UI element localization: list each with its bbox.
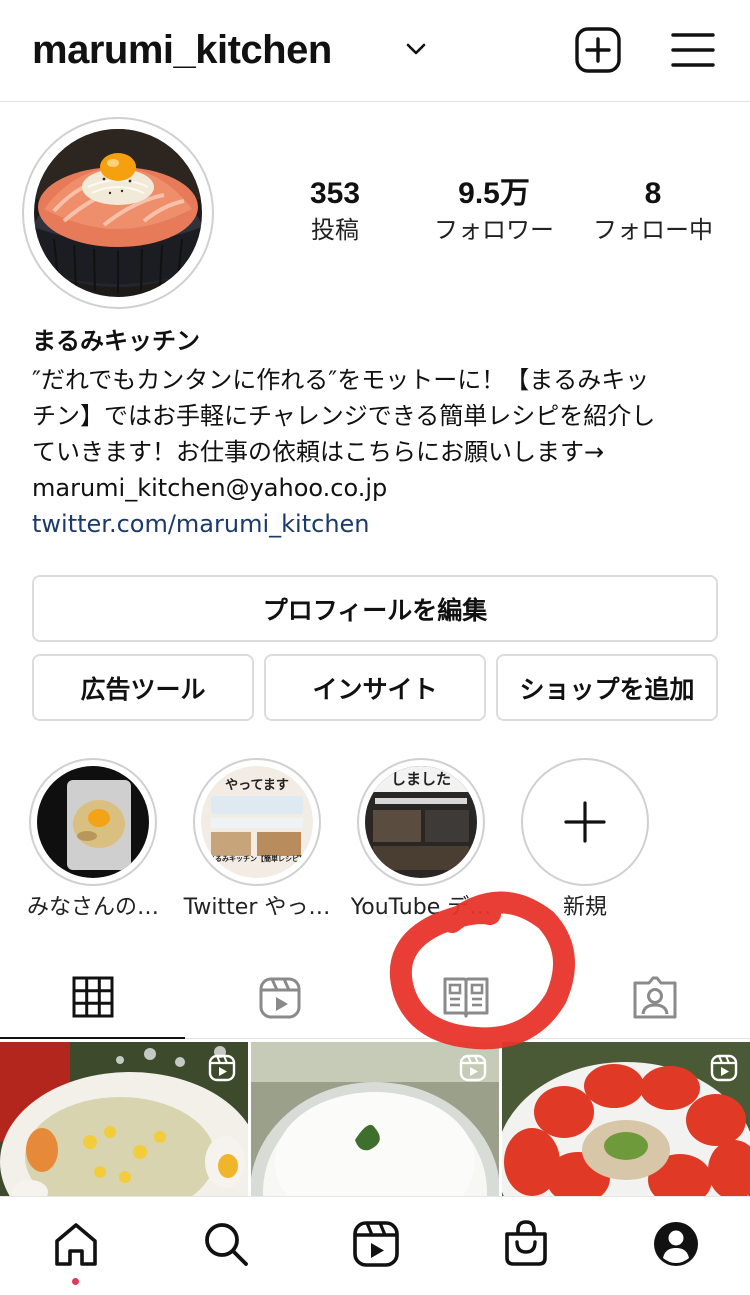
- highlight-cover-caption: まるみキッチン【簡単レシピ】: [208, 855, 306, 863]
- highlight-label: みなさんの…: [26, 895, 159, 920]
- profile-icon[interactable]: [652, 1220, 700, 1268]
- reel-badge-icon: [710, 1054, 738, 1082]
- notification-dot: [72, 1278, 79, 1285]
- post-thumbnail[interactable]: [502, 1042, 750, 1196]
- stat-posts-label: 投稿: [311, 216, 359, 244]
- profile-bio: ″だれでもカンタンに作れる″をモットーに！【まるみキッ チン】ではお手軽にチャレ…: [32, 362, 722, 506]
- insights-button[interactable]: インサイト: [264, 654, 486, 721]
- bio-line: marumi_kitchen@yahoo.co.jp: [32, 474, 388, 502]
- post-thumbnail[interactable]: [251, 1042, 499, 1196]
- stat-followers-value: 9.5万: [458, 177, 530, 210]
- stat-followers-label: フォロワー: [434, 216, 554, 244]
- post-thumbnail[interactable]: [0, 1042, 248, 1196]
- add-shop-button[interactable]: ショップを追加: [496, 654, 718, 721]
- profile-link[interactable]: twitter.com/marumi_kitchen: [32, 506, 370, 542]
- search-icon[interactable]: [202, 1220, 250, 1268]
- shop-icon[interactable]: [502, 1218, 550, 1268]
- highlight-cover-title: やってます: [225, 778, 289, 793]
- highlight-cover[interactable]: [37, 766, 149, 878]
- header-divider: [0, 101, 750, 102]
- stat-following-value: 8: [644, 177, 662, 210]
- avatar[interactable]: [34, 129, 202, 297]
- tagged-icon[interactable]: [632, 976, 678, 1020]
- reels-nav-icon[interactable]: [352, 1220, 400, 1268]
- annotation-circle: [389, 891, 575, 1050]
- active-tab-indicator: [0, 1037, 185, 1039]
- hamburger-menu-icon[interactable]: [670, 30, 716, 70]
- stat-followers[interactable]: 9.5万 フォロワー: [419, 176, 569, 246]
- reels-icon[interactable]: [258, 976, 302, 1020]
- bio-line: ″だれでもカンタンに作れる″をモットーに！【まるみキッ: [32, 366, 650, 394]
- stat-posts-value: 353: [309, 177, 361, 210]
- plus-square-icon[interactable]: [574, 26, 622, 74]
- edit-profile-button[interactable]: プロフィールを編集: [32, 575, 718, 642]
- highlight-cover[interactable]: やってます まるみキッチン【簡単レシピ】: [201, 766, 313, 878]
- highlight-label: Twitter やっ…: [183, 895, 331, 920]
- bio-line: ていきます！お仕事の依頼はこちらにお願いします→: [32, 438, 605, 466]
- chevron-down-icon[interactable]: [404, 42, 428, 58]
- plus-icon[interactable]: [563, 800, 607, 844]
- profile-display-name: まるみキッチン: [32, 327, 200, 355]
- grid-icon[interactable]: [72, 976, 114, 1018]
- stat-following[interactable]: 8 フォロー中: [578, 176, 728, 246]
- home-icon[interactable]: [52, 1220, 100, 1268]
- ad-tools-button[interactable]: 広告ツール: [32, 654, 254, 721]
- stat-following-label: フォロー中: [593, 216, 713, 244]
- highlight-cover-title: しました: [390, 770, 451, 788]
- reel-badge-icon: [208, 1054, 236, 1082]
- bio-line: チン】ではお手軽にチャレンジできる簡単レシピを紹介し: [32, 402, 656, 430]
- highlight-cover[interactable]: しました: [365, 766, 477, 878]
- stat-posts[interactable]: 353 投稿: [260, 176, 410, 246]
- profile-username[interactable]: marumi_kitchen: [32, 24, 332, 76]
